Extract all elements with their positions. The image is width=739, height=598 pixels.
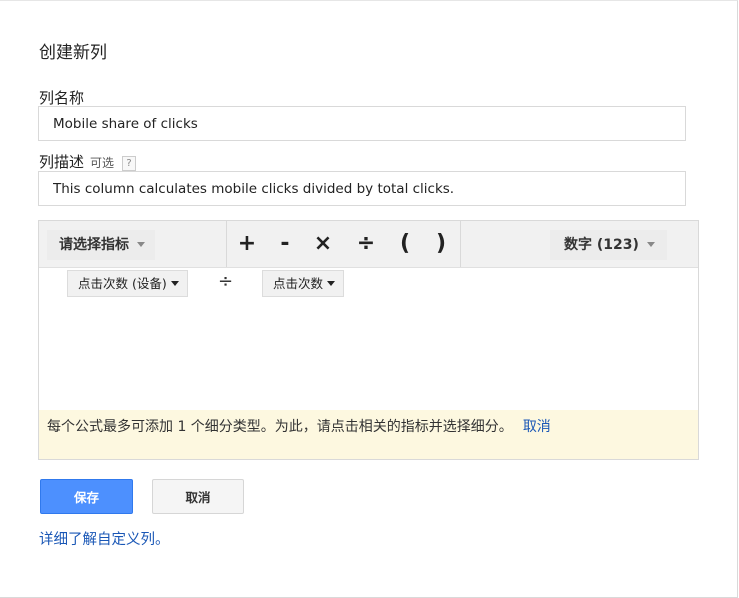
formula-metric-label: 点击次数 [273, 276, 324, 291]
minus-operator-button[interactable]: - [271, 227, 299, 261]
optional-hint: 可选 [90, 156, 115, 170]
number-select-dropdown[interactable]: 数字 (123) [550, 230, 667, 260]
plus-operator-button[interactable]: + [233, 227, 261, 261]
metric-select-dropdown[interactable]: 请选择指标 [47, 230, 155, 260]
formula-metric-label: 点击次数 (设备) [78, 276, 167, 291]
close-paren-button[interactable]: ) [427, 227, 455, 261]
chevron-down-icon [137, 242, 145, 247]
multiply-operator-button[interactable]: × [309, 227, 337, 261]
formula-toolbar: 请选择指标 + - × ÷ ( ) 数字 (123) [39, 221, 698, 268]
chevron-down-icon [170, 281, 179, 286]
notice-text: 每个公式最多可添加 1 个细分类型。为此，请点击相关的指标并选择细分。 [47, 419, 513, 435]
metric-select-label: 请选择指标 [59, 237, 129, 253]
toolbar-divider [460, 221, 461, 267]
save-button[interactable]: 保存 [40, 479, 133, 514]
column-name-input[interactable] [38, 106, 686, 141]
formula-metric-chip[interactable]: 点击次数 [262, 270, 345, 297]
description-label-text: 列描述 [39, 153, 85, 171]
chevron-down-icon [327, 281, 336, 286]
formula-operator[interactable]: ÷ [218, 271, 233, 292]
notice-cancel-link[interactable]: 取消 [523, 419, 551, 435]
column-name-label: 列名称 [39, 89, 85, 107]
number-select-label: 数字 (123) [564, 237, 639, 253]
segment-limit-notice: 每个公式最多可添加 1 个细分类型。为此，请点击相关的指标并选择细分。 取消 [39, 410, 698, 459]
formula-metric-chip[interactable]: 点击次数 (设备) [67, 270, 188, 297]
toolbar-divider [226, 221, 227, 267]
help-icon[interactable]: ? [122, 156, 137, 171]
dialog-title: 创建新列 [39, 43, 107, 63]
column-description-label: 列描述 可选? [39, 151, 137, 172]
divide-operator-button[interactable]: ÷ [352, 227, 380, 261]
chevron-down-icon [646, 242, 655, 247]
cancel-button[interactable]: 取消 [152, 479, 244, 514]
open-paren-button[interactable]: ( [391, 227, 419, 261]
column-description-input[interactable] [38, 171, 686, 206]
learn-more-link[interactable]: 详细了解自定义列。 [39, 528, 170, 549]
formula-editor: 请选择指标 + - × ÷ ( ) 数字 (123) 点击次数 (设备) ÷ 点… [38, 220, 699, 460]
